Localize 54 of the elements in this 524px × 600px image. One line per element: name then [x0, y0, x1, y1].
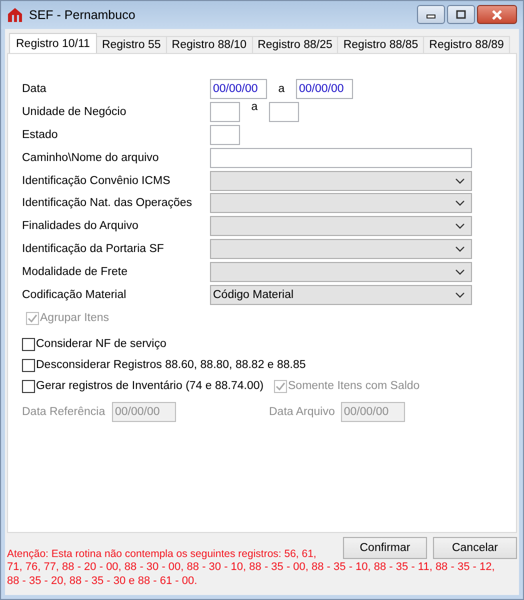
input-field[interactable] [210, 124, 240, 145]
chevron-down-icon [455, 178, 465, 184]
close-icon [490, 10, 504, 20]
input-field[interactable]: 00/00/00 [296, 79, 353, 100]
field-label: Codificação Material [22, 288, 128, 301]
field-label: Identificação Nat. das Operações [22, 197, 194, 210]
warning-message: Atenção: Esta rotina não contempla os seguintes registros: 56, 61, [7, 548, 316, 561]
field-label: Data [22, 83, 48, 96]
chevron-down-icon [455, 223, 465, 230]
checkbox[interactable]: Desconsiderar Registros 88.60, 88.80, 88.82 e 88.85 [22, 358, 306, 372]
dropdown[interactable] [210, 193, 472, 214]
tab[interactable]: Registro 10/11 [9, 33, 97, 53]
field-label: Caminho\Nome do arquivo [22, 152, 160, 164]
maximize-button[interactable] [447, 5, 475, 24]
chevron-down-icon [455, 246, 465, 252]
checkbox[interactable]: Gerar registros de Inventário (74 e 88.74.00) [22, 380, 274, 393]
warning-message: 71, 76, 77, 88 - 20 - 00, 88 - 30 - 00, 88 - 30 - 10, 88 - 35 - 00, 88 - 35 - 10, 88 - 35 - 11, 88 - 35 - 12, 88 - 35 - 20, 88 - 35 - 30 e 88 - 61 - 00. [7, 561, 496, 588]
field-label: Estado [22, 128, 59, 141]
field-label: Finalidades do Arquivo [22, 220, 140, 232]
field-label: Data Referência [22, 406, 106, 418]
window-title: SEF - Pernambuco [29, 8, 136, 22]
dropdown[interactable]: Código Material [210, 284, 472, 305]
field-label: Unidade de Negócio [22, 106, 128, 118]
range-separator: a [277, 83, 286, 96]
range-separator: a [250, 100, 259, 113]
input-field[interactable] [269, 102, 299, 122]
dialog-button[interactable]: Confirmar [343, 537, 427, 559]
dropdown[interactable] [210, 170, 472, 191]
chevron-down-icon [455, 268, 465, 275]
tab[interactable]: Registro 88/10 [166, 36, 253, 53]
field-label: Modalidade de Frete [22, 266, 128, 278]
tab[interactable]: Registro 88/25 [252, 36, 338, 53]
tab[interactable]: Registro 88/89 [423, 36, 510, 53]
minimize-button[interactable] [417, 5, 445, 24]
chevron-down-icon [455, 200, 465, 206]
dropdown[interactable] [210, 216, 472, 236]
app-logo-icon [7, 7, 23, 23]
tab[interactable]: Registro 55 [96, 36, 167, 53]
maximize-icon [455, 10, 467, 20]
tab[interactable]: Registro 88/85 [337, 36, 424, 53]
field-label: Identificação da Portaria SF [22, 242, 165, 255]
field-label: Data Arquivo [269, 406, 335, 418]
dropdown[interactable] [210, 238, 472, 259]
input-field[interactable] [210, 102, 240, 122]
input-field[interactable]: 00/00/00 [210, 79, 267, 100]
close-button[interactable] [477, 5, 517, 24]
dialog-button[interactable]: Cancelar [433, 537, 517, 559]
dropdown[interactable] [210, 262, 472, 282]
chevron-down-icon [455, 292, 465, 298]
field-label: Identificação Convênio ICMS [22, 174, 172, 187]
checkmark-icon [27, 312, 38, 324]
input-field[interactable] [210, 148, 472, 168]
checkmark-icon [275, 380, 286, 392]
checkbox[interactable]: Considerar NF de serviço [22, 338, 166, 351]
